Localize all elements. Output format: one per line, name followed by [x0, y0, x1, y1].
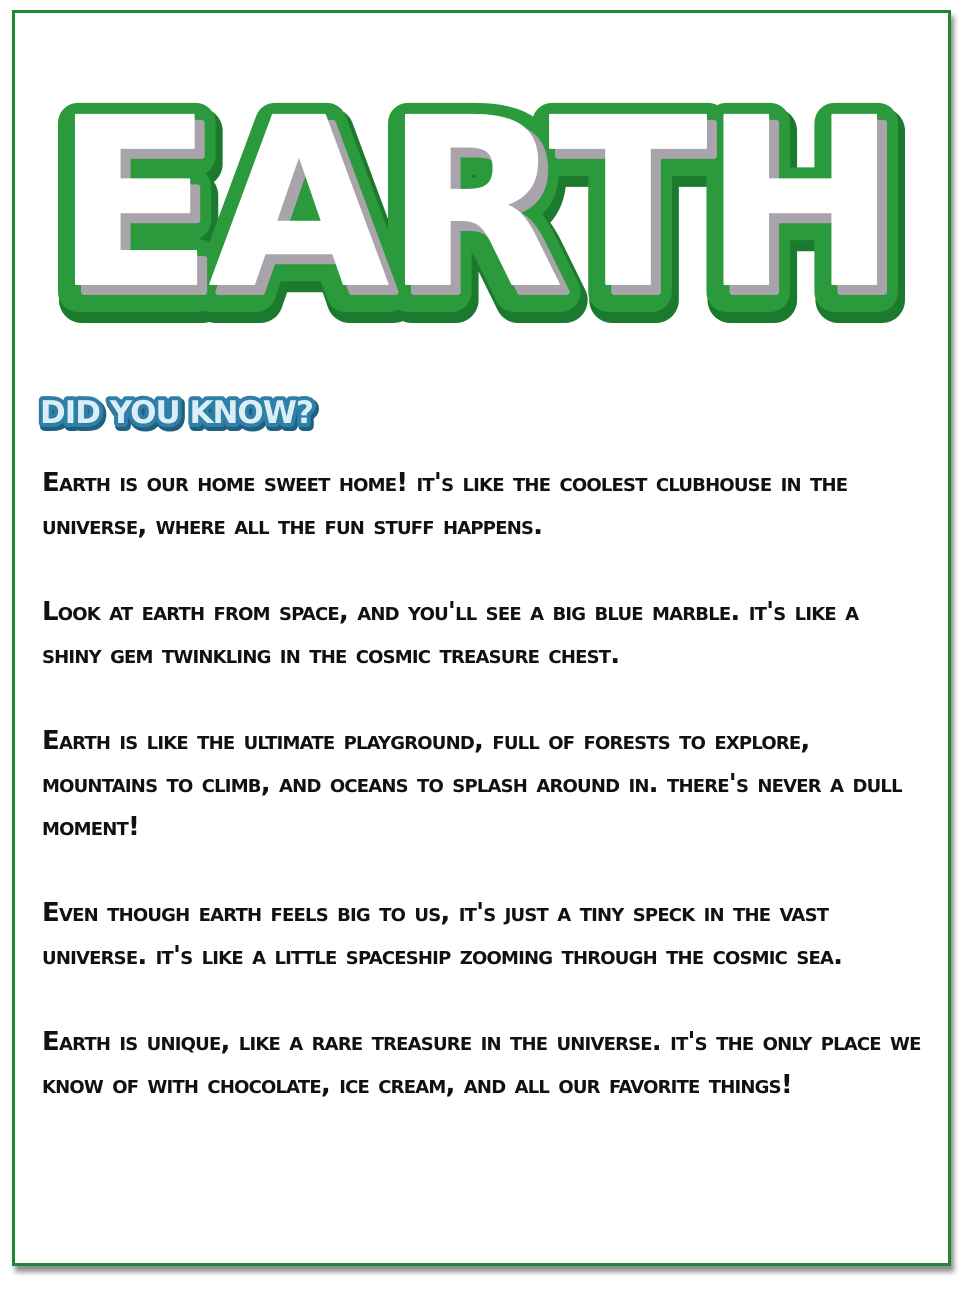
did-you-know-badge: DID YOU KNOW? DID YOU KNOW? DID YOU KNOW… [36, 386, 336, 442]
title-logo: EARTH EARTH EARTH EARTH [40, 30, 920, 370]
badge-graphic: DID YOU KNOW? DID YOU KNOW? DID YOU KNOW… [36, 391, 321, 439]
facts-content: Earth is our home sweet home! It's like … [42, 462, 926, 1150]
badge-label: DID YOU KNOW? [40, 395, 313, 431]
fact-paragraph: Look at Earth from space, and you'll see… [42, 597, 859, 670]
fact-paragraph: Earth is like the ultimate playground, f… [42, 726, 903, 842]
fact-paragraph: Earth is our home sweet home! It's like … [42, 468, 848, 541]
fact-paragraph: Earth is unique, like a rare treasure in… [42, 1027, 921, 1100]
title-graphic: EARTH EARTH EARTH EARTH [40, 57, 920, 370]
page-title: EARTH [55, 69, 894, 339]
fact-paragraph: Even though Earth feels big to us, it's … [42, 898, 843, 971]
